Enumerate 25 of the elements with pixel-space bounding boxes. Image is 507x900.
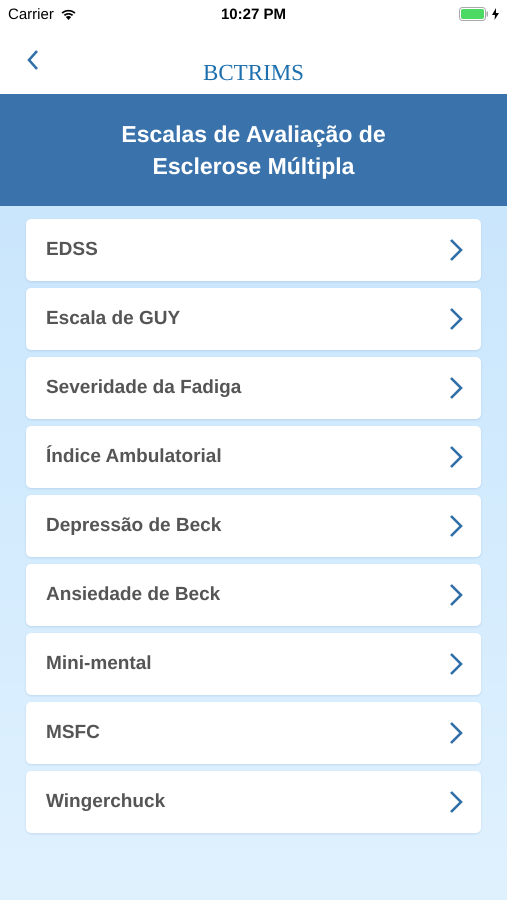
- list-item[interactable]: Mini-mental: [26, 633, 481, 695]
- chevron-right-icon: [449, 721, 463, 745]
- list-item[interactable]: Escala de GUY: [26, 288, 481, 350]
- list-item[interactable]: EDSS: [26, 219, 481, 281]
- list-item[interactable]: Wingerchuck: [26, 771, 481, 833]
- chevron-right-icon: [449, 445, 463, 469]
- list-item[interactable]: Ansiedade de Beck: [26, 564, 481, 626]
- list-item[interactable]: Índice Ambulatorial: [26, 426, 481, 488]
- carrier-label: Carrier: [8, 6, 54, 22]
- page-title: Escalas de Avaliação de Esclerose Múltipla: [120, 120, 387, 181]
- chevron-right-icon: [449, 583, 463, 607]
- list-item[interactable]: MSFC: [26, 702, 481, 764]
- chevron-right-icon: [449, 652, 463, 676]
- battery-icon: [459, 7, 489, 21]
- charging-icon: [492, 8, 499, 20]
- list-item[interactable]: Severidade da Fadiga: [26, 357, 481, 419]
- chevron-right-icon: [449, 376, 463, 400]
- chevron-right-icon: [449, 238, 463, 262]
- chevron-right-icon: [449, 307, 463, 331]
- logo: BCTRIMS: [203, 61, 304, 85]
- chevron-right-icon: [449, 790, 463, 814]
- clock: 10:27 PM: [220, 6, 286, 22]
- wifi-icon: [60, 8, 77, 20]
- chevron-right-icon: [449, 514, 463, 538]
- list-item[interactable]: Depressão de Beck: [26, 495, 481, 557]
